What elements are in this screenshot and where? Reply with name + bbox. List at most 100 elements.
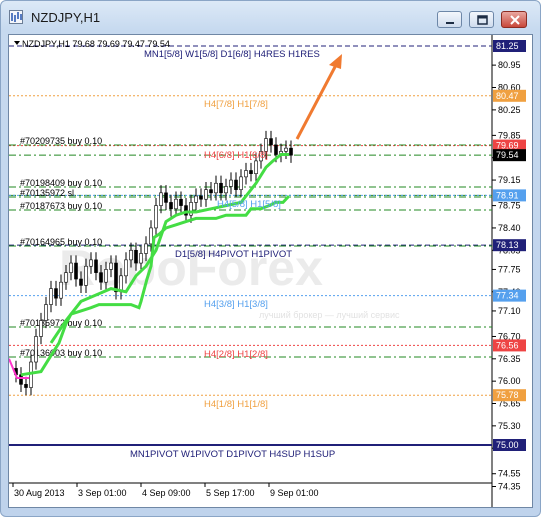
- price-tick-label: 74.35: [498, 481, 521, 491]
- candle-body: [49, 288, 53, 305]
- candle-body: [79, 278, 83, 286]
- info-line: NZDJPY,H1 79.68 79.69 79.47 79.54: [22, 39, 170, 49]
- candle-body: [159, 192, 163, 206]
- candle-body: [74, 262, 78, 280]
- window-title: NZDJPY,H1: [31, 10, 101, 25]
- price-boxes: 81.25 80.47 79.6979.54 78.91 78.13 77.34 76.56…: [493, 40, 526, 451]
- level-label: H4[7/8] H1[7/8]: [204, 99, 268, 110]
- candle-body: [209, 189, 213, 194]
- candle-body: [244, 170, 248, 178]
- order-label: #70136003 buy 0.10: [20, 348, 102, 358]
- chart-window: NZDJPY,H1 RoboForex лучший брокер — лучш…: [0, 0, 541, 517]
- candle-body: [69, 262, 73, 273]
- order-label: #70198409 buy 0.10: [20, 178, 102, 188]
- candle-body: [39, 320, 43, 337]
- forecast-arrow-icon: [295, 54, 342, 140]
- price-box-label: 81.25: [496, 41, 519, 51]
- candle-body: [19, 374, 23, 385]
- candle-body: [289, 147, 293, 156]
- level-label: H4[2/8] H1[2/8]: [204, 349, 268, 360]
- price-box-label: 78.91: [496, 190, 519, 200]
- minimize-icon: [446, 22, 454, 24]
- candle-body: [254, 160, 258, 174]
- candle-body: [154, 205, 158, 229]
- candle-body: [104, 269, 108, 283]
- price-tick-label: 79.15: [498, 175, 521, 185]
- restore-button[interactable]: [469, 11, 494, 28]
- order-label: #70135972 sl: [20, 188, 74, 198]
- time-tick-label: 9 Sep 01:00: [270, 488, 319, 498]
- price-tick-label: 80.95: [498, 60, 521, 70]
- close-icon: [510, 15, 520, 25]
- price-box-label: 79.54: [496, 150, 519, 160]
- chart-area[interactable]: RoboForex лучший брокер — лучший сервис …: [8, 34, 533, 508]
- price-tick-label: 75.30: [498, 421, 521, 431]
- candle-body: [144, 243, 148, 254]
- price-box-label: 80.47: [496, 91, 519, 101]
- price-tick-label: 80.25: [498, 105, 521, 115]
- price-box-label: 75.78: [496, 390, 519, 400]
- price-tick-label: 76.35: [498, 354, 521, 364]
- candle-body: [54, 288, 58, 299]
- time-tick-label: 3 Sep 01:00: [78, 488, 127, 498]
- candle-body: [214, 182, 218, 194]
- price-box-label: 77.34: [496, 291, 519, 301]
- price-chart[interactable]: RoboForex лучший брокер — лучший сервис …: [9, 35, 532, 507]
- candle-body: [229, 179, 233, 187]
- candle-body: [109, 262, 113, 270]
- price-tick-label: 78.40: [498, 223, 521, 233]
- watermark-subtitle: лучший брокер — лучший сервис: [259, 310, 400, 320]
- candle-body: [89, 259, 93, 267]
- price-box-label: 79.69: [496, 141, 519, 151]
- info-line-marker-icon: [14, 41, 20, 45]
- minimize-button[interactable]: [437, 11, 462, 28]
- candle-body: [194, 195, 198, 203]
- candle-body: [274, 144, 278, 155]
- time-tick-label: 4 Sep 09:00: [142, 488, 191, 498]
- candle-body: [269, 138, 273, 146]
- candle-body: [44, 304, 48, 321]
- level-label: H4[1/8] H1[1/8]: [204, 399, 268, 410]
- time-tick-label: 30 Aug 2013: [14, 488, 65, 498]
- candle-body: [219, 182, 223, 194]
- level-label: MN1PIVOT W1PIVOT D1PIVOT H4SUP H1SUP: [130, 449, 335, 460]
- price-box-label: 75.00: [496, 440, 519, 450]
- time-tick-label: 5 Sep 17:00: [206, 488, 255, 498]
- candle-body: [59, 281, 63, 299]
- candle-body: [139, 253, 143, 264]
- candle-body: [239, 176, 243, 190]
- candle-body: [64, 272, 68, 283]
- price-tick-label: 79.85: [498, 130, 521, 140]
- level-label: H4[5/8] H1[5/8]: [217, 199, 281, 210]
- level-label: H4[6/8] H1[6/8]: [204, 150, 268, 161]
- level-label: D1[5/8] H4PIVOT H1PIVOT: [175, 249, 292, 260]
- candle-body: [114, 262, 118, 293]
- price-tick-label: 78.75: [498, 201, 521, 211]
- order-label: #70164965 buy 0.10: [20, 237, 102, 247]
- candle-body: [179, 198, 183, 206]
- price-box-label: 76.56: [496, 340, 519, 350]
- close-button[interactable]: [501, 11, 527, 28]
- candle-body: [204, 189, 208, 200]
- price-tick-label: 77.10: [498, 306, 521, 316]
- candle-body: [34, 336, 38, 363]
- candle-body: [149, 227, 153, 245]
- price-tick-label: 74.55: [498, 469, 521, 479]
- candle-body: [99, 272, 103, 283]
- candle-body: [174, 198, 178, 210]
- candle-body: [249, 170, 253, 174]
- candle-body: [134, 249, 138, 264]
- candle-body: [164, 192, 168, 203]
- order-label: #70187673 buy 0.10: [20, 201, 102, 211]
- candle-body: [84, 265, 88, 286]
- candle-body: [199, 195, 203, 200]
- title-bar[interactable]: NZDJPY,H1: [1, 1, 540, 33]
- order-label: #70209735 buy 0.10: [20, 136, 102, 146]
- candle-body: [234, 179, 238, 190]
- candle-body: [24, 384, 28, 388]
- price-axis: 80.9580.6080.2579.8579.5079.1578.7578.40…: [492, 60, 521, 491]
- restore-icon: [477, 15, 488, 25]
- price-tick-label: 77.75: [498, 264, 521, 274]
- candle-body: [169, 202, 173, 210]
- candle-body: [124, 259, 128, 277]
